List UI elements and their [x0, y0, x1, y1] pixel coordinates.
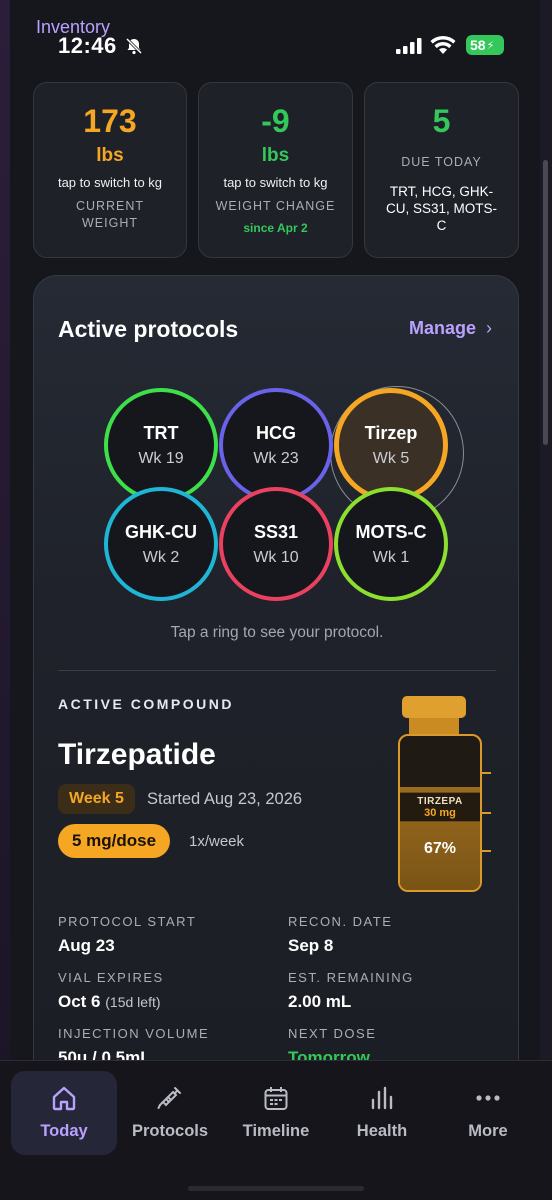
battery-indicator: 58 ⚡ [466, 35, 504, 55]
ring-mots-c[interactable]: MOTS-C Wk 1 [334, 487, 448, 601]
tab-label: Today [40, 1122, 88, 1140]
active-compound-label: ACTIVE COMPOUND [58, 696, 234, 712]
unit-switch-hint: tap to switch to kg [57, 175, 163, 190]
tab-today[interactable]: Today [11, 1071, 117, 1155]
ring-name: HCG [256, 422, 296, 443]
cellular-signal-icon [396, 38, 422, 54]
more-dots-icon [476, 1095, 500, 1101]
ring-ghk-cu[interactable]: GHK-CU Wk 2 [104, 487, 218, 601]
dose-frequency: 1x/week [189, 833, 245, 850]
section-divider [58, 670, 496, 671]
protocol-start-label: PROTOCOL START [58, 914, 197, 929]
current-weight-caption: CURRENT WEIGHT [75, 199, 145, 230]
weight-change-caption: WEIGHT CHANGE [215, 199, 336, 213]
current-weight-card[interactable]: 173 lbs tap to switch to kg CURRENT WEIGH… [33, 82, 187, 258]
tab-label: More [468, 1122, 508, 1140]
vial-expires-value: Oct 6 (15d left) [58, 992, 161, 1011]
due-today-caption: DUE TODAY [401, 155, 482, 169]
week-badge: Week 5 [58, 784, 135, 814]
dose-badge: 5 mg/dose [58, 824, 171, 858]
weight-change-value: -9 [261, 103, 290, 139]
battery-percent: 58 [470, 37, 486, 53]
tab-label: Health [356, 1122, 408, 1140]
chevron-right-icon: › [486, 318, 492, 338]
vial-label-strength: 30 mg [424, 807, 456, 819]
est-remaining-label: EST. REMAINING [288, 970, 414, 985]
vial-neck [409, 718, 459, 734]
next-dose-label: NEXT DOSE [288, 1026, 377, 1041]
weight-change-since: since Apr 2 [243, 221, 308, 235]
ring-name: GHK-CU [125, 521, 197, 542]
calendar-icon [264, 1087, 288, 1110]
vial-tick [482, 850, 491, 852]
due-today-list: TRT, HCG, GHK- CU, SS31, MOTS- C [385, 184, 498, 233]
compound-name: Tirzepatide [58, 738, 216, 771]
vial-graphic[interactable]: TIRZEPA 30 mg 67% [394, 694, 494, 894]
tab-protocols[interactable]: Protocols [117, 1071, 223, 1155]
home-icon [52, 1086, 76, 1111]
vial-body: TIRZEPA 30 mg 67% [398, 734, 482, 892]
ring-week: Wk 2 [142, 548, 180, 566]
vial-tick [482, 772, 491, 774]
est-remaining-value: 2.00 mL [288, 992, 352, 1011]
current-weight-value: 173 [83, 103, 137, 139]
ring-week: Wk 5 [372, 449, 410, 467]
vial-cap [402, 696, 466, 718]
scrollbar[interactable] [543, 160, 548, 445]
bell-slash-icon [125, 37, 143, 55]
bar-chart-icon [371, 1086, 393, 1110]
tab-label: Protocols [131, 1122, 209, 1140]
tab-label: Timeline [242, 1122, 310, 1140]
weight-change-card[interactable]: -9 lbs tap to switch to kg WEIGHT CHANGE… [198, 82, 353, 258]
clock-time: 12:46 [58, 33, 117, 58]
ring-trt[interactable]: TRT Wk 19 [104, 388, 218, 502]
vial-label-name: TIRZEPA [417, 796, 463, 807]
due-today-card[interactable]: 5 DUE TODAY TRT, HCG, GHK- CU, SS31, MOTS… [364, 82, 519, 258]
ring-name: TRT [143, 422, 179, 443]
ring-name: MOTS-C [355, 521, 427, 542]
vial-expires-label: VIAL EXPIRES [58, 970, 164, 985]
wifi-icon [430, 35, 456, 54]
started-date: Started Aug 23, 2026 [147, 790, 303, 808]
ring-tirzep[interactable]: Tirzep Wk 5 [334, 388, 448, 502]
tap-ring-hint: Tap a ring to see your protocol. [170, 624, 384, 641]
protocol-start-value: Aug 23 [58, 936, 115, 955]
ring-week: Wk 23 [253, 449, 299, 467]
active-protocols-title: Active protocols [58, 316, 239, 342]
syringe-icon [157, 1087, 181, 1109]
status-bar: Inventory 12:46 58 ⚡ [0, 0, 552, 70]
recon-date-label: RECON. DATE [288, 914, 393, 929]
tab-more[interactable]: More [435, 1071, 541, 1155]
vial-tick [482, 812, 491, 814]
current-weight-unit: lbs [96, 145, 124, 166]
tab-timeline[interactable]: Timeline [223, 1071, 329, 1155]
vial-label: TIRZEPA 30 mg [400, 792, 480, 822]
weight-change-unit: lbs [261, 145, 290, 166]
unit-switch-hint: tap to switch to kg [223, 175, 328, 190]
ring-week: Wk 10 [253, 548, 299, 566]
ring-week: Wk 19 [138, 449, 184, 467]
due-today-count: 5 [432, 103, 451, 139]
injection-volume-label: INJECTION VOLUME [58, 1026, 210, 1041]
ring-name: Tirzep [364, 422, 418, 443]
recon-date-value: Sep 8 [288, 936, 334, 955]
bottom-tab-bar: Today Protocols Timeline Health More [0, 1060, 552, 1200]
ring-ss31[interactable]: SS31 Wk 10 [219, 487, 333, 601]
ring-name: SS31 [253, 521, 299, 542]
home-indicator [188, 1186, 364, 1191]
left-edge [0, 0, 10, 1200]
manage-protocols-link[interactable]: Manage › [409, 318, 492, 339]
ring-hcg[interactable]: HCG Wk 23 [219, 388, 333, 502]
ring-week: Wk 1 [372, 548, 410, 566]
tab-health[interactable]: Health [329, 1071, 435, 1155]
vial-percent: 67% [423, 840, 457, 857]
charging-bolt-icon: ⚡ [486, 39, 495, 52]
active-protocols-card: Active protocols Manage › TRT Wk 19 HCG W… [33, 275, 519, 1085]
